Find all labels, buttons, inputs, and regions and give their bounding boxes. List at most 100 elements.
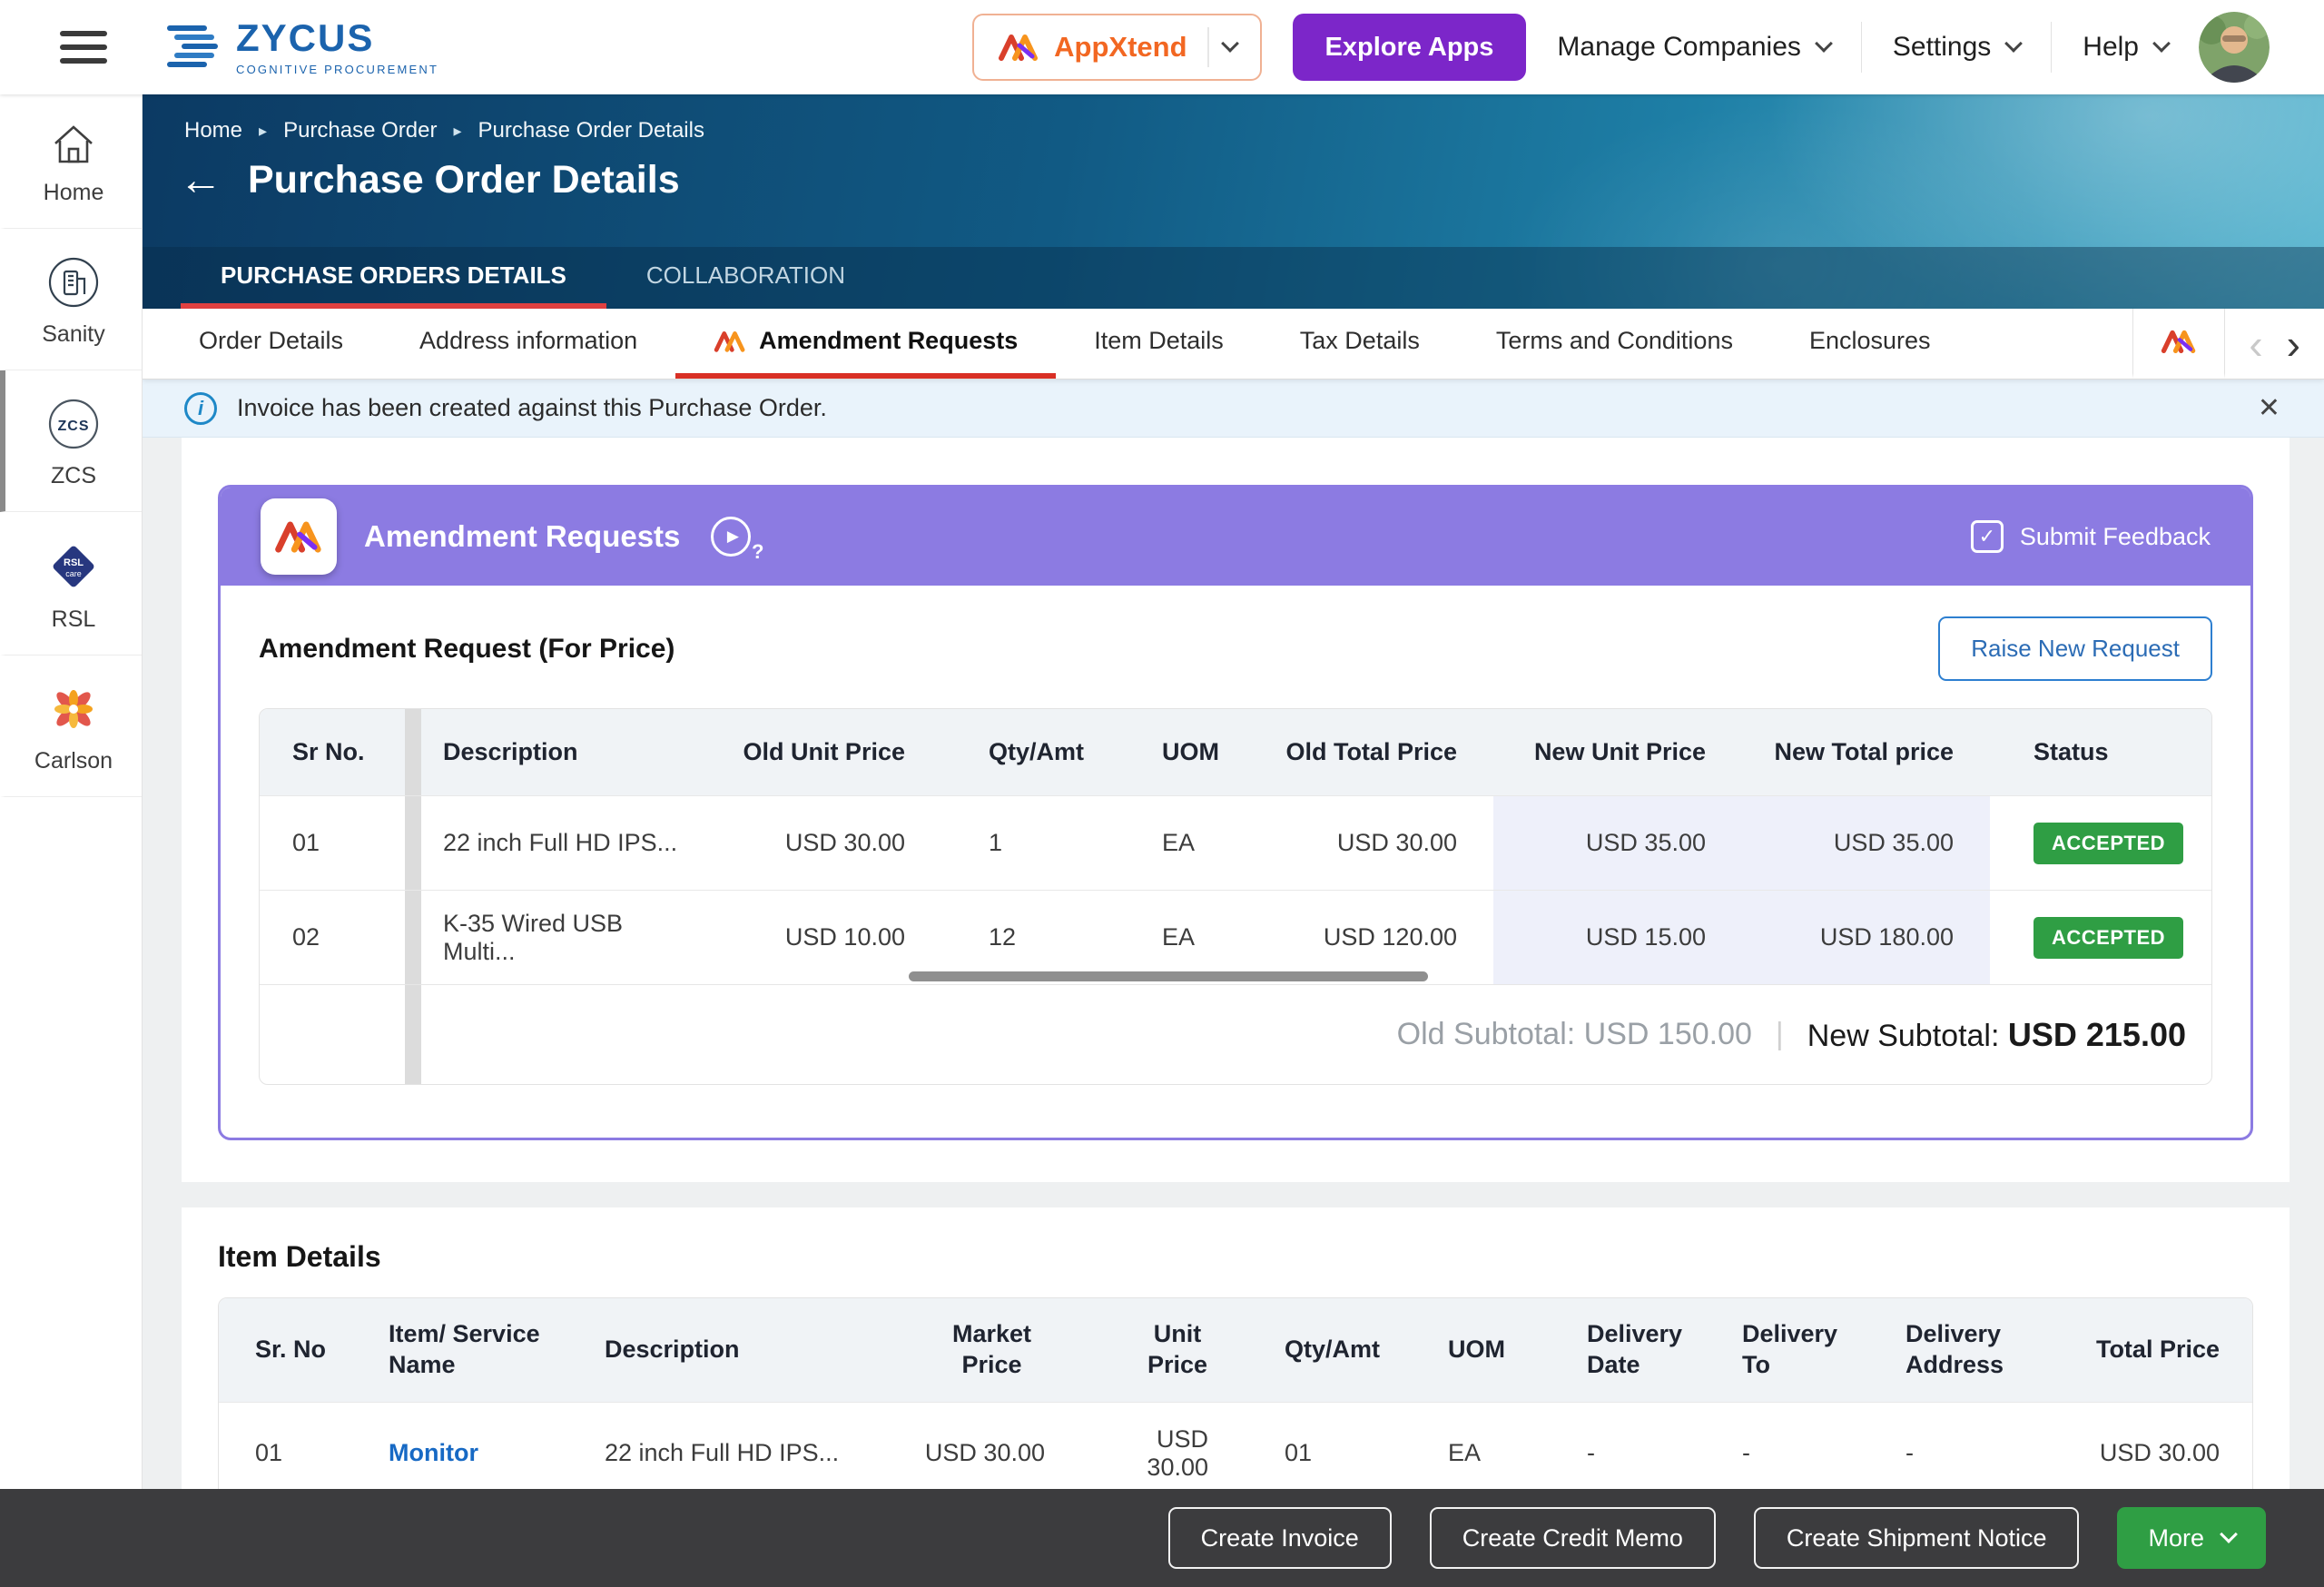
breadcrumb-separator-icon: ▸ — [453, 122, 461, 141]
tab-collaboration[interactable]: COLLABORATION — [606, 247, 885, 309]
breadcrumb-purchase-order[interactable]: Purchase Order — [283, 118, 437, 143]
breadcrumb: Home ▸ Purchase Order ▸ Purchase Order D… — [143, 94, 2324, 143]
create-shipment-notice-button[interactable]: Create Shipment Notice — [1754, 1507, 2080, 1569]
subtab-address-information[interactable]: Address information — [381, 309, 675, 379]
close-icon[interactable]: ✕ — [2258, 392, 2280, 424]
cell-old-total-price: USD 120.00 — [1246, 891, 1493, 984]
back-button[interactable]: ← — [179, 159, 222, 202]
cell-delivery-address: - — [1889, 1439, 2074, 1467]
explore-apps-button[interactable]: Explore Apps — [1293, 14, 1527, 81]
column-header-delivery-address: Delivery Address — [1889, 1319, 2074, 1381]
info-icon: i — [184, 392, 217, 425]
horizontal-scrollbar[interactable] — [909, 971, 1428, 981]
amendment-table: Sr No. Description Old Unit Price Qty/Am… — [259, 708, 2212, 1085]
subtab-appxtend[interactable] — [2132, 309, 2225, 379]
content: Amendment Requests ▶ ? ✓ Submit Feedback… — [143, 438, 2324, 1587]
help-video-button[interactable]: ▶ ? — [711, 517, 751, 557]
status-badge: ACCEPTED — [2034, 823, 2183, 864]
brand-tagline: COGNITIVE PROCUREMENT — [236, 63, 438, 76]
amendment-section-title: Amendment Request (For Price) — [259, 634, 675, 665]
appxtend-icon — [274, 519, 323, 554]
subtab-order-details[interactable]: Order Details — [161, 309, 381, 379]
sidebar-item-label: RSL — [52, 606, 96, 633]
scroll-right-icon[interactable]: › — [2287, 323, 2300, 365]
appxtend-button[interactable]: AppXtend — [972, 14, 1261, 81]
subtab-terms-and-conditions[interactable]: Terms and Conditions — [1458, 309, 1771, 379]
amendment-panel-title: Amendment Requests — [364, 519, 680, 554]
column-header-status: Status — [1990, 709, 2211, 795]
sidebar-item-carlson[interactable]: Carlson — [0, 656, 142, 797]
scroll-left-icon[interactable]: ‹ — [2249, 323, 2262, 365]
submit-feedback-button[interactable]: ✓ Submit Feedback — [1971, 520, 2211, 553]
svg-text:RSL: RSL — [64, 557, 84, 568]
appxtend-icon — [998, 33, 1039, 62]
more-button[interactable]: More — [2117, 1507, 2266, 1569]
divider — [1207, 27, 1209, 67]
subtab-item-details[interactable]: Item Details — [1056, 309, 1262, 379]
sidebar-item-label: ZCS — [51, 463, 96, 489]
rsl-diamond-icon: RSL care — [46, 539, 101, 594]
sidebar-item-label: Carlson — [34, 748, 113, 774]
column-divider — [405, 891, 421, 984]
chevron-down-icon — [2220, 1525, 2238, 1543]
amendment-table-row: 01 22 inch Full HD IPS... USD 30.00 1 EA… — [260, 795, 2211, 890]
appxtend-tile — [261, 498, 337, 575]
cell-description: 22 inch Full HD IPS... — [590, 1439, 888, 1467]
avatar[interactable] — [2199, 12, 2270, 83]
zycus-logo-icon — [165, 22, 222, 73]
sidebar-item-sanity[interactable]: Sanity — [0, 229, 142, 370]
cell-description: 22 inch Full HD IPS... — [421, 796, 697, 890]
sidebar-item-rsl[interactable]: RSL care RSL — [0, 512, 142, 656]
cell-new-total-price: USD 180.00 — [1742, 891, 1990, 984]
play-icon: ▶ — [711, 517, 751, 557]
sidebar-item-label: Home — [44, 180, 104, 206]
column-divider — [405, 985, 421, 1084]
appxtend-icon — [714, 330, 746, 353]
new-subtotal: New Subtotal: USD 215.00 — [1807, 1016, 2186, 1054]
subtab-amendment-requests[interactable]: Amendment Requests — [675, 309, 1056, 379]
subtab-enclosures[interactable]: Enclosures — [1771, 309, 1969, 379]
cell-qty: 1 — [941, 796, 1115, 890]
svg-text:ZCS: ZCS — [58, 419, 90, 434]
breadcrumb-home[interactable]: Home — [184, 118, 242, 143]
sidebar-item-home[interactable]: Home — [0, 94, 142, 229]
appxtend-icon — [2161, 329, 2197, 354]
column-header-uom: UOM — [1423, 1335, 1571, 1365]
subtab-tax-details[interactable]: Tax Details — [1262, 309, 1458, 379]
building-icon — [47, 256, 100, 309]
old-subtotal: Old Subtotal: USD 150.00 — [1397, 1017, 1752, 1052]
action-footer: Create Invoice Create Credit Memo Create… — [0, 1489, 2324, 1587]
zcs-badge-icon: ZCS — [47, 398, 100, 450]
brand-name: ZYCUS — [236, 19, 438, 57]
menu-icon[interactable] — [60, 23, 107, 72]
submit-feedback-label: Submit Feedback — [2020, 523, 2211, 551]
cell-old-unit-price: USD 30.00 — [697, 796, 941, 890]
column-header-sr-no: Sr. No — [219, 1335, 374, 1365]
manage-companies-menu[interactable]: Manage Companies — [1557, 32, 1830, 63]
chevron-down-icon — [2004, 34, 2023, 53]
amendment-card: Amendment Requests ▶ ? ✓ Submit Feedback… — [218, 485, 2253, 1140]
amendment-card-header: Amendment Requests ▶ ? ✓ Submit Feedback — [221, 488, 2250, 586]
raise-new-request-button[interactable]: Raise New Request — [1938, 616, 2212, 681]
tab-purchase-orders-details[interactable]: PURCHASE ORDERS DETAILS — [181, 247, 606, 309]
settings-menu[interactable]: Settings — [1893, 32, 2020, 63]
create-invoice-button[interactable]: Create Invoice — [1168, 1507, 1392, 1569]
item-name-link[interactable]: Monitor — [389, 1439, 478, 1466]
help-menu[interactable]: Help — [2083, 32, 2168, 63]
column-header-item-service-name: Item/ Service Name — [374, 1319, 590, 1381]
cell-sr-no: 02 — [260, 891, 405, 984]
cell-old-unit-price: USD 10.00 — [697, 891, 941, 984]
subtab-label: Amendment Requests — [759, 327, 1018, 355]
create-credit-memo-button[interactable]: Create Credit Memo — [1430, 1507, 1716, 1569]
sidebar-item-zcs[interactable]: ZCS ZCS — [0, 370, 142, 512]
amendment-panel-wrapper: Amendment Requests ▶ ? ✓ Submit Feedback… — [182, 438, 2290, 1182]
amendment-table-header-row: Sr No. Description Old Unit Price Qty/Am… — [260, 709, 2211, 795]
cell-new-total-price: USD 35.00 — [1742, 796, 1990, 890]
topbar: ZYCUS COGNITIVE PROCUREMENT AppXtend Exp… — [0, 0, 2324, 94]
home-icon — [50, 122, 97, 167]
column-header-qty-amt: Qty/Amt — [941, 709, 1115, 795]
profile-photo-icon — [2199, 12, 2270, 83]
breadcrumb-purchase-order-details[interactable]: Purchase Order Details — [478, 118, 704, 143]
column-header-unit-price: Unit Price — [1096, 1319, 1259, 1381]
column-header-qty-amt: Qty/Amt — [1259, 1335, 1423, 1365]
